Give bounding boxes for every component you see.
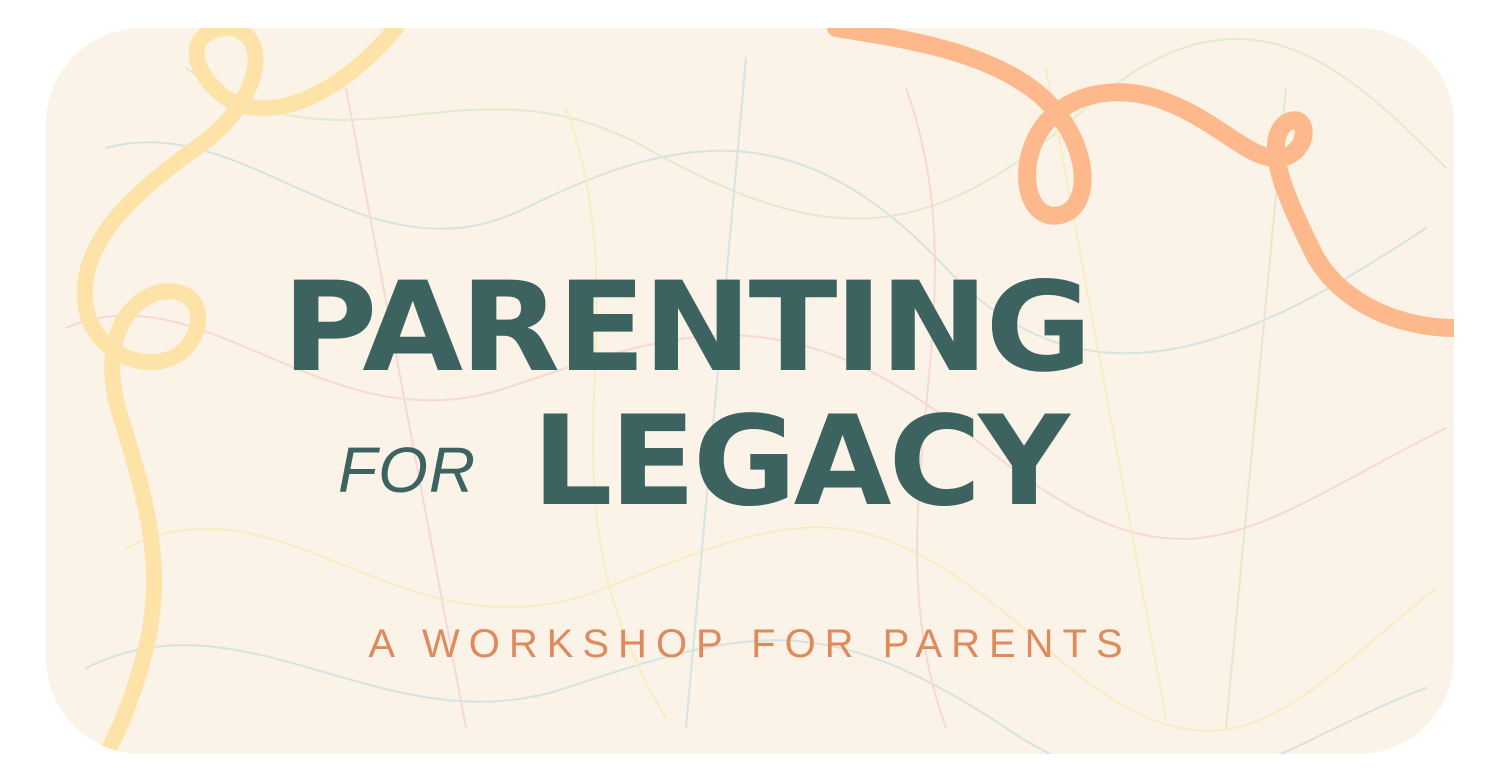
title-parenting: PARENTING (282, 256, 1092, 400)
workshop-banner: PARENTING FOR LEGACY A WORKSHOP FOR PARE… (46, 28, 1454, 754)
workshop-subtitle: A WORKSHOP FOR PARENTS (368, 622, 1132, 666)
title-for: FOR (338, 434, 477, 506)
title-legacy: LEGACY (532, 390, 1070, 534)
